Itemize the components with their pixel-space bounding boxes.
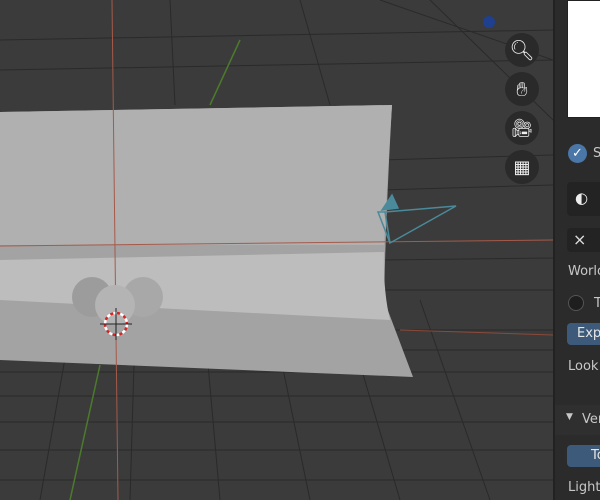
material-sphere-icon: ◐ bbox=[575, 189, 589, 207]
camera-view-button[interactable]: 🎥︎ bbox=[505, 111, 539, 145]
preview-image bbox=[567, 0, 600, 118]
properties-panel: ✓ S ◐ × Worlo T Expo Look: ▼ Ver To Ligh… bbox=[553, 0, 600, 500]
export-button[interactable]: Expo bbox=[567, 323, 600, 345]
perspective-grid-icon: ▦ bbox=[513, 156, 531, 178]
checkbox[interactable]: ✓ bbox=[568, 144, 587, 163]
pan-hand-icon: ✋︎ bbox=[516, 77, 528, 101]
viewport-scene bbox=[0, 0, 553, 500]
lights-label: Lights bbox=[568, 480, 600, 495]
unlink-button[interactable]: × bbox=[567, 228, 600, 252]
pan-button[interactable]: ✋︎ bbox=[505, 72, 539, 106]
checkbox-label: S bbox=[593, 146, 600, 161]
close-icon: × bbox=[573, 230, 587, 249]
radio-label: T bbox=[594, 296, 600, 311]
to-button[interactable]: To bbox=[567, 445, 600, 467]
section-collapse-arrow[interactable]: ▼ bbox=[566, 412, 573, 422]
camera-view-icon: 🎥︎ bbox=[510, 117, 534, 139]
camera-object bbox=[376, 193, 457, 245]
section-header[interactable]: Ver bbox=[582, 412, 600, 427]
zoom-button[interactable]: 🔍︎ bbox=[505, 33, 539, 67]
zoom-icon: 🔍︎ bbox=[509, 38, 535, 62]
material-selector[interactable]: ◐ bbox=[567, 182, 600, 216]
3d-viewport[interactable]: 🔍︎ ✋︎ 🎥︎ ▦ bbox=[0, 0, 553, 500]
perspective-toggle-button[interactable]: ▦ bbox=[505, 150, 539, 184]
gizmo-z-axis bbox=[483, 16, 495, 28]
world-label: Worlo bbox=[568, 264, 600, 279]
radio-button[interactable] bbox=[568, 295, 584, 311]
look-label: Look: bbox=[568, 359, 600, 374]
